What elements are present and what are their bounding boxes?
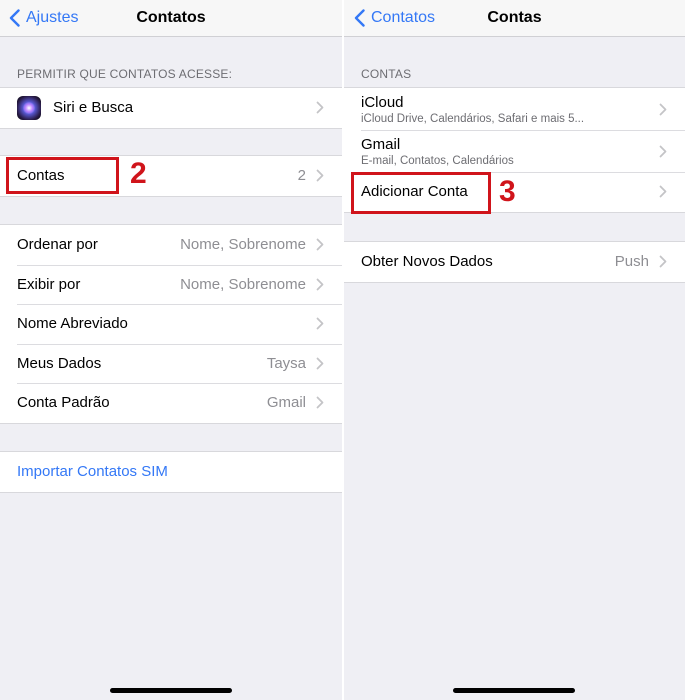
row-value: Gmail: [266, 394, 306, 412]
chevron-right-icon: [316, 278, 324, 291]
chevron-right-icon: [659, 255, 667, 268]
siri-row[interactable]: Siri e Busca: [0, 88, 342, 128]
ordenar-por-row[interactable]: Ordenar por Nome, Sobrenome: [0, 225, 342, 265]
account-row-icloud[interactable]: iCloud iCloud Drive, Calendários, Safari…: [344, 88, 685, 130]
row-label: Exibir por: [17, 275, 81, 293]
row-value: Nome, Sobrenome: [180, 236, 306, 254]
row-value: Push: [614, 253, 649, 271]
page-title: Contatos: [136, 9, 206, 26]
row-label: Contas: [17, 167, 65, 185]
section-header: CONTAS: [361, 67, 412, 81]
home-indicator[interactable]: [110, 688, 232, 693]
row-label: Nome Abreviado: [17, 315, 128, 333]
row-label: Siri e Busca: [53, 99, 134, 117]
siri-icon: [17, 95, 41, 120]
contas-row[interactable]: Contas 2: [0, 156, 342, 196]
fetch-new-data-row[interactable]: Obter Novos Dados Push: [344, 242, 685, 282]
import-group: Importar Contatos SIM: [0, 451, 342, 493]
chevron-right-icon: [316, 357, 324, 370]
import-sim-row[interactable]: Importar Contatos SIM: [0, 452, 342, 492]
row-label: Meus Dados: [17, 354, 102, 372]
contas-group: Contas 2: [0, 155, 342, 197]
row-value: Taysa: [266, 354, 306, 372]
navigation-bar: Ajustes Contatos: [0, 0, 342, 37]
page-title: Contas: [487, 9, 542, 26]
siri-group: Siri e Busca: [0, 87, 342, 129]
chevron-right-icon: [316, 169, 324, 182]
row-label: Ordenar por: [17, 236, 98, 254]
step-number: 2: [130, 157, 147, 190]
chevron-right-icon: [316, 238, 324, 251]
chevron-right-icon: [316, 101, 324, 114]
contas-screen: Contatos Contas CONTAS iCloud iCloud Dri…: [344, 0, 685, 700]
contatos-screen: Ajustes Contatos PERMITIR QUE CONTATOS A…: [0, 0, 342, 700]
exibir-por-row[interactable]: Exibir por Nome, Sobrenome: [0, 264, 342, 305]
import-sim-label: Importar Contatos SIM: [17, 463, 168, 481]
display-settings-group: Ordenar por Nome, Sobrenome Exibir por N…: [0, 224, 342, 424]
account-services: E-mail, Contatos, Calendários: [361, 154, 514, 167]
chevron-right-icon: [659, 103, 667, 116]
row-label: Obter Novos Dados: [361, 253, 493, 271]
row-value: Nome, Sobrenome: [180, 275, 306, 293]
fetch-group: Obter Novos Dados Push: [344, 241, 685, 283]
meus-dados-row[interactable]: Meus Dados Taysa: [0, 343, 342, 384]
account-name: Gmail: [361, 135, 401, 153]
chevron-right-icon: [659, 185, 667, 198]
conta-padrao-row[interactable]: Conta Padrão Gmail: [0, 383, 342, 423]
account-row-gmail[interactable]: Gmail E-mail, Contatos, Calendários: [344, 130, 685, 172]
chevron-right-icon: [316, 317, 324, 330]
row-value: 2: [297, 167, 306, 185]
home-indicator[interactable]: [453, 688, 575, 693]
nome-abreviado-row[interactable]: Nome Abreviado: [0, 304, 342, 344]
account-name: iCloud: [361, 93, 404, 111]
step-number: 3: [499, 175, 516, 208]
chevron-right-icon: [316, 396, 324, 409]
navigation-bar: Contatos Contas: [344, 0, 685, 37]
row-label: Conta Padrão: [17, 394, 110, 412]
section-header: PERMITIR QUE CONTATOS ACESSE:: [17, 67, 233, 81]
account-services: iCloud Drive, Calendários, Safari e mais…: [361, 112, 585, 125]
chevron-right-icon: [659, 145, 667, 158]
